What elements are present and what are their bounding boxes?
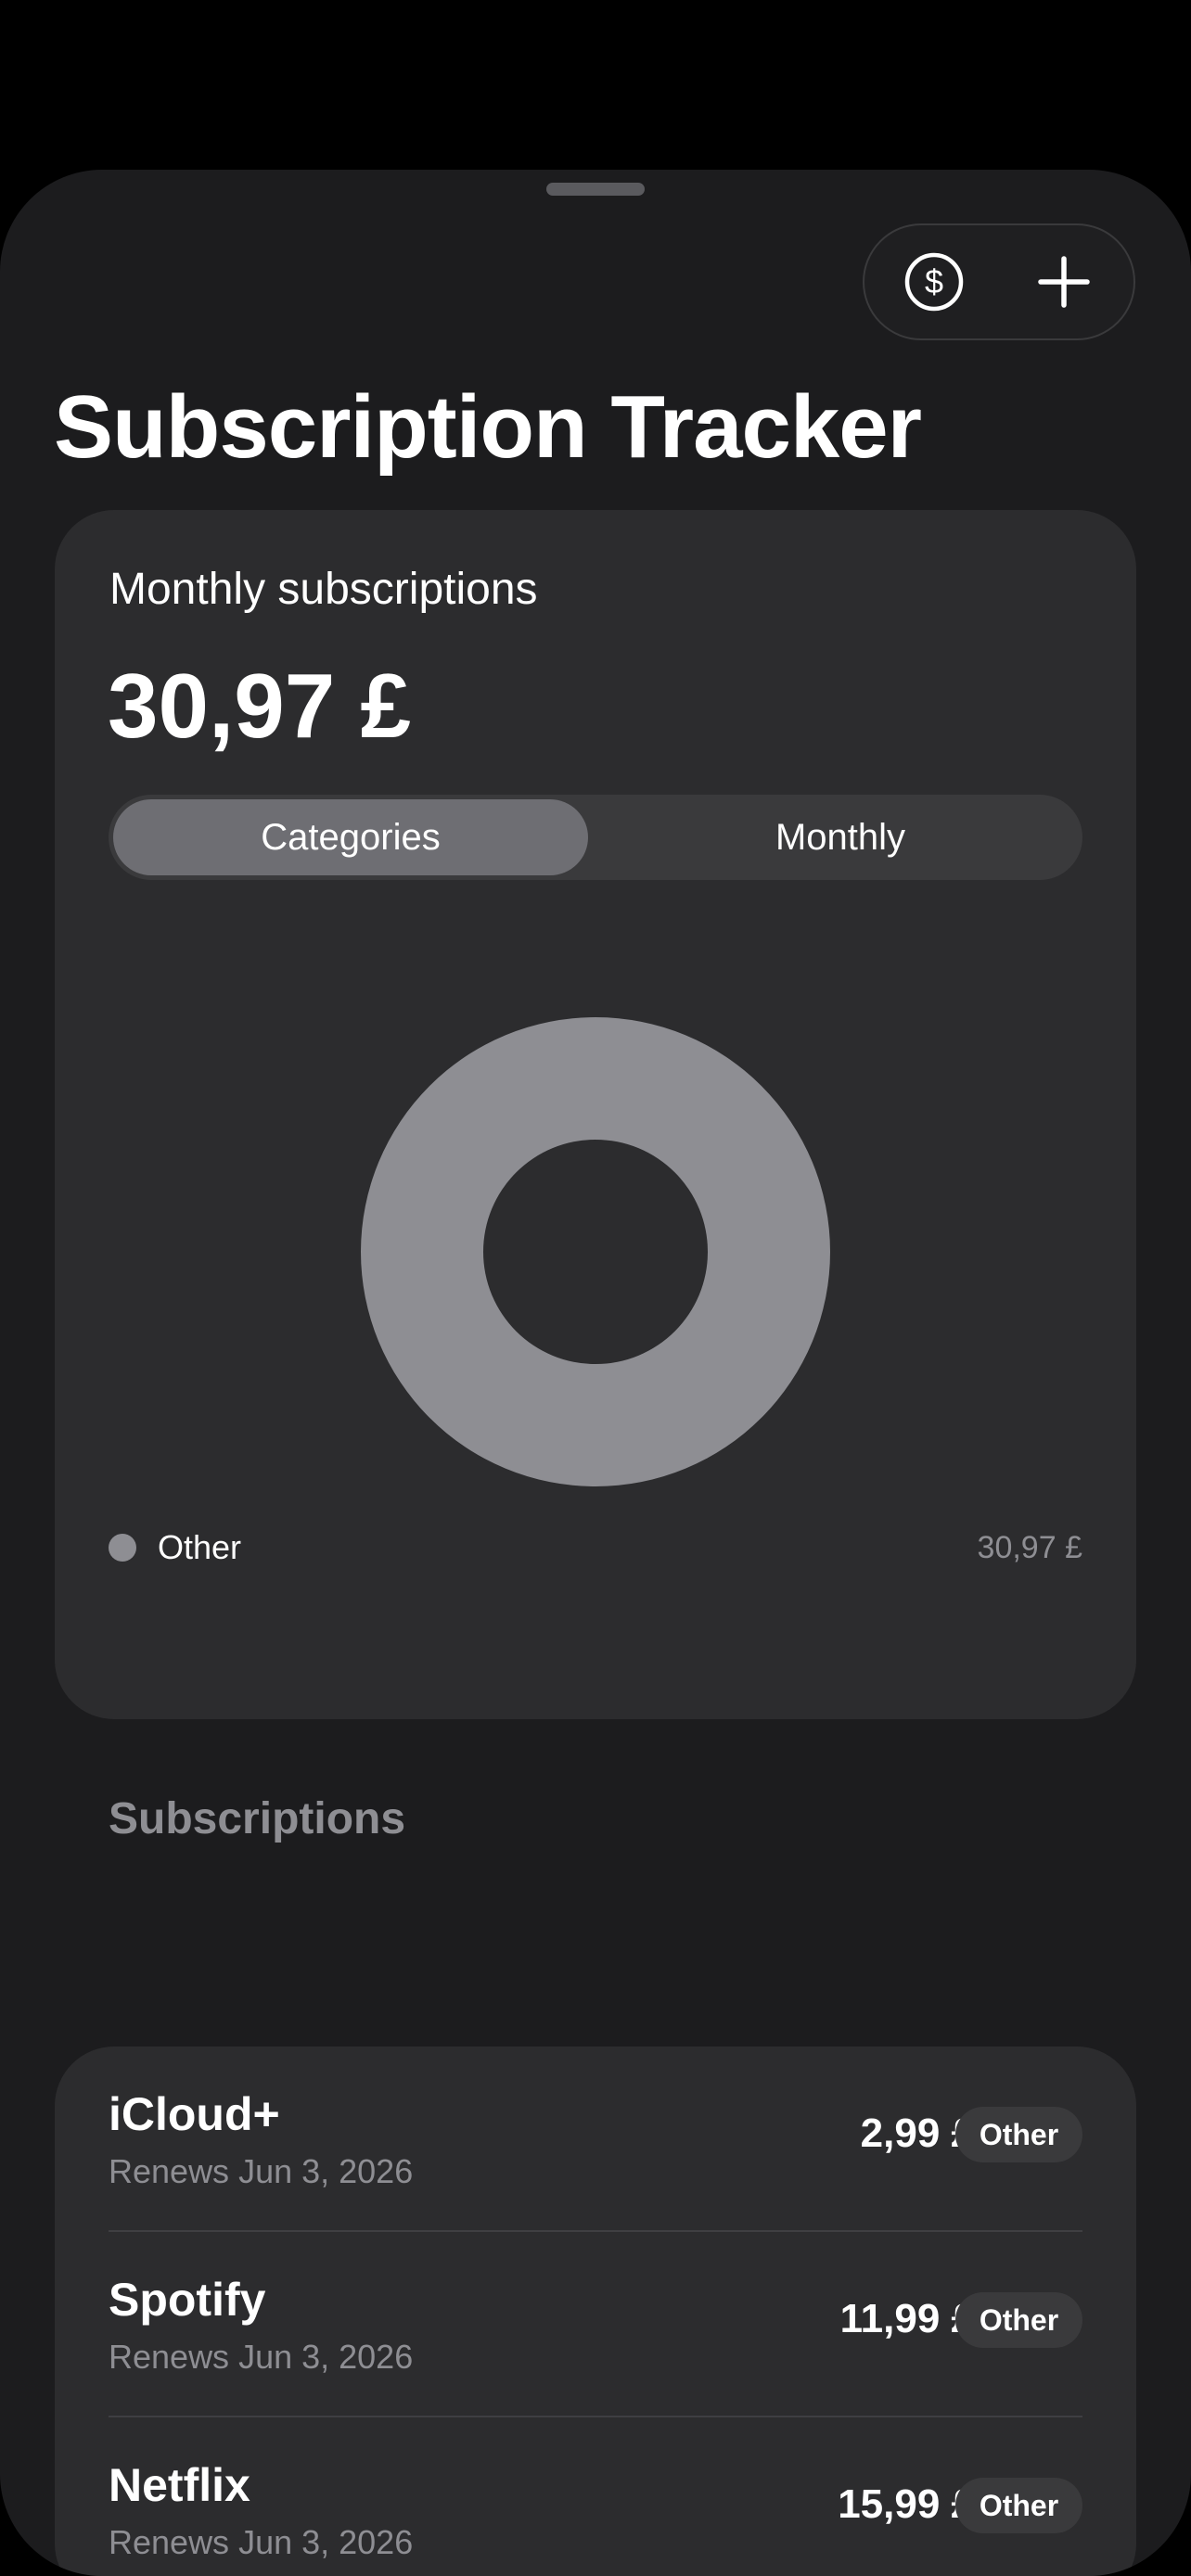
subscription-renewal: Renews Jun 3, 2026	[109, 2523, 414, 2561]
category-badge: Other	[955, 2107, 1082, 2162]
segment-monthly[interactable]: Monthly	[603, 799, 1078, 875]
subscription-name: iCloud+	[109, 2088, 280, 2140]
list-item[interactable]: Netflix Renews Jun 3, 2026 15,99 £ Other	[55, 2417, 1136, 2576]
donut-slice-other	[361, 1017, 830, 1486]
subscription-renewal: Renews Jun 3, 2026	[109, 2152, 414, 2190]
currency-button[interactable]: $	[874, 225, 994, 338]
subscription-name: Spotify	[109, 2274, 266, 2326]
sheet: $ Subscription Tracker Monthly subscript…	[0, 170, 1191, 2576]
legend-item: Other 30,97 £	[109, 1520, 1082, 1575]
svg-text:$: $	[925, 262, 943, 300]
list-item[interactable]: iCloud+ Renews Jun 3, 2026 2,99 £ Other	[55, 2047, 1136, 2232]
subscriptions-list: iCloud+ Renews Jun 3, 2026 2,99 £ Other …	[55, 2047, 1136, 2576]
list-item[interactable]: Spotify Renews Jun 3, 2026 11,99 £ Other	[55, 2232, 1136, 2417]
subscription-renewal: Renews Jun 3, 2026	[109, 2338, 414, 2376]
sheet-grabber[interactable]	[546, 183, 645, 196]
subscriptions-section-header: Subscriptions	[109, 1794, 406, 1843]
subscription-price: 15,99 £	[838, 2481, 974, 2527]
category-badge: Other	[955, 2292, 1082, 2348]
plus-icon	[1038, 256, 1090, 308]
donut-chart	[360, 1016, 831, 1487]
summary-total: 30,97 £	[108, 655, 411, 757]
segment-categories[interactable]: Categories	[113, 799, 588, 875]
view-segmented-control: Categories Monthly	[109, 795, 1082, 880]
summary-card: Monthly subscriptions 30,97 £ Categories…	[55, 510, 1136, 1719]
legend-color-dot	[109, 1534, 136, 1562]
summary-label: Monthly subscriptions	[109, 565, 538, 614]
donut-chart-svg	[361, 1017, 830, 1486]
page-title: Subscription Tracker	[54, 377, 922, 477]
add-subscription-button[interactable]	[1004, 225, 1124, 338]
toolbar: $	[863, 223, 1135, 340]
category-badge: Other	[955, 2478, 1082, 2533]
dollar-circle-icon: $	[904, 252, 964, 312]
legend-value: 30,97 £	[977, 1530, 1082, 1565]
subscription-price: 11,99 £	[839, 2296, 974, 2341]
legend-name: Other	[158, 1528, 242, 1566]
subscription-name: Netflix	[109, 2459, 250, 2511]
